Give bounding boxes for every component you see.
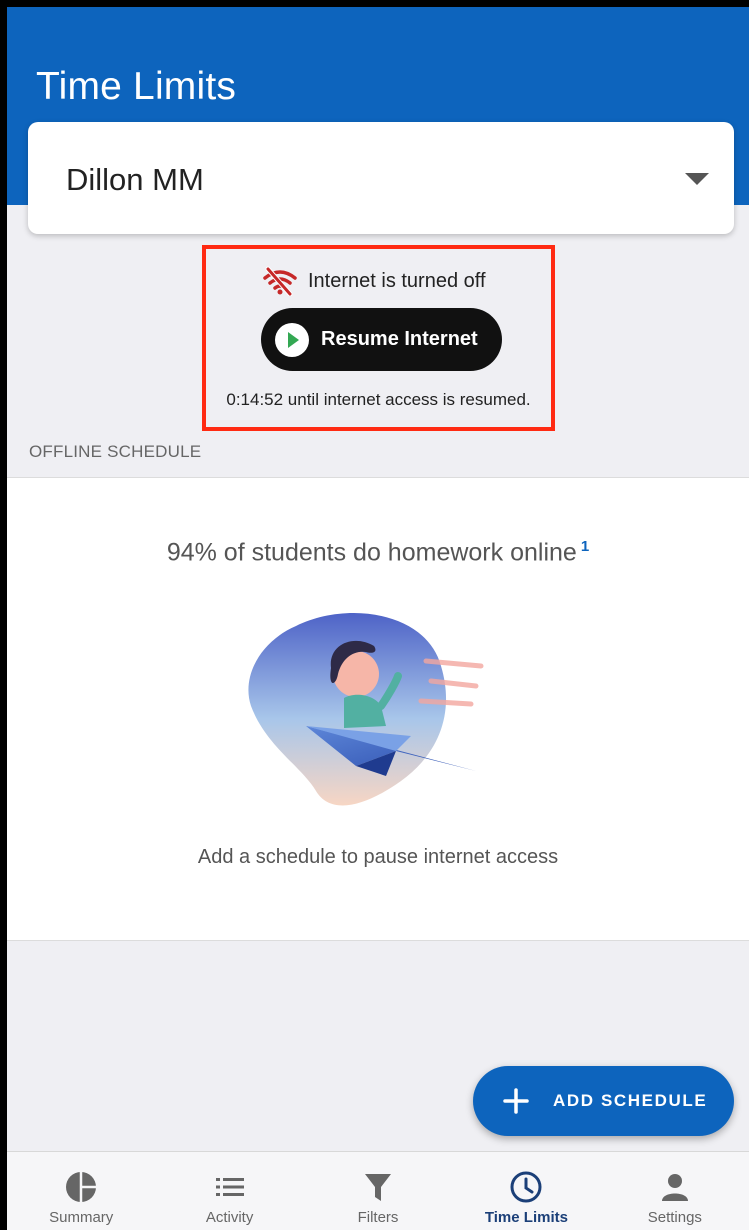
play-icon: [275, 322, 309, 357]
filter-icon: [365, 1174, 392, 1201]
resume-countdown: 0:14:52 until internet access is resumed…: [226, 390, 531, 409]
wifi-off-icon: [263, 266, 297, 296]
bottom-navigation: Summary Activity Filters Time Limits Set…: [7, 1151, 749, 1230]
promo-headline-text: 94% of students do homework online: [166, 538, 577, 567]
profile-selector-value: Dillon MM: [66, 162, 204, 197]
nav-label-activity: Activity: [205, 1209, 254, 1226]
nav-label-time-limits: Time Limits: [484, 1209, 568, 1226]
section-label: OFFLINE SCHEDULE: [29, 442, 202, 461]
nav-label-summary: Summary: [49, 1209, 114, 1226]
page-title: Time Limits: [36, 65, 237, 108]
plus-icon: [503, 1088, 529, 1114]
dropdown-caret-icon: [685, 173, 709, 185]
internet-status-panel: Internet is turned off Resume Internet 0…: [202, 245, 555, 431]
resume-internet-label: Resume Internet: [321, 328, 478, 350]
paper-plane-illustration: [248, 613, 484, 806]
add-schedule-button[interactable]: ADD SCHEDULE: [473, 1066, 734, 1136]
person-icon: [661, 1174, 688, 1201]
offline-schedule-card: 94% of students do homework online 1 Add…: [7, 477, 749, 941]
app-screen: Time Limits Dillon MM Internet is turned…: [7, 7, 749, 1230]
nav-item-activity[interactable]: Activity: [155, 1152, 303, 1230]
nav-item-settings[interactable]: Settings: [601, 1152, 749, 1230]
nav-item-summary[interactable]: Summary: [7, 1152, 155, 1230]
add-schedule-label: ADD SCHEDULE: [553, 1091, 708, 1110]
nav-label-filters: Filters: [357, 1209, 399, 1226]
list-icon: [215, 1178, 244, 1196]
promo-caption: Add a schedule to pause internet access: [197, 846, 559, 868]
pie-chart-icon: [66, 1171, 98, 1203]
promo-headline: 94% of students do homework online 1: [7, 538, 749, 567]
resume-internet-button[interactable]: Resume Internet: [261, 308, 502, 371]
nav-item-filters[interactable]: Filters: [304, 1152, 452, 1230]
clock-icon: [510, 1171, 542, 1203]
internet-status-text: Internet is turned off: [308, 269, 486, 292]
footnote-link[interactable]: 1: [581, 538, 589, 555]
internet-status-line: Internet is turned off: [262, 263, 486, 299]
nav-label-settings: Settings: [647, 1209, 702, 1226]
profile-selector[interactable]: Dillon MM: [28, 122, 734, 234]
nav-item-time-limits[interactable]: Time Limits: [452, 1152, 600, 1230]
